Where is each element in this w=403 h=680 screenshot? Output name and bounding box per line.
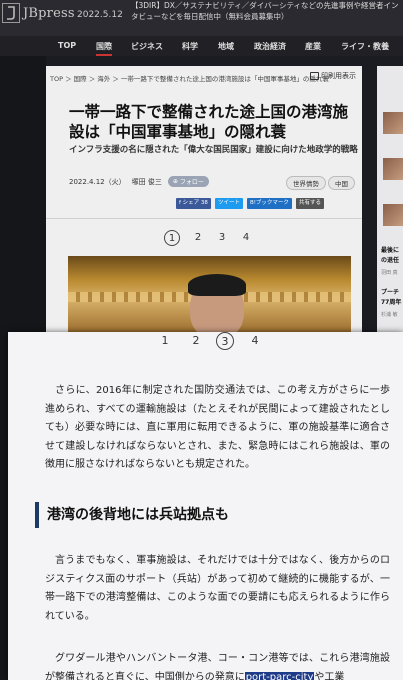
- print-button[interactable]: 印刷用表示: [310, 71, 356, 81]
- article-photo: [68, 256, 351, 334]
- article-title: 一帯一路下で整備された途上国の港湾施設は「中国軍事基地」の隠れ蓑: [69, 103, 349, 141]
- article-paragraph: さらに、2016年に制定された国防交通法では、この考え方がさらに一歩進められ、す…: [45, 385, 390, 470]
- port-parc-city-term: port-parc-city: [244, 671, 315, 680]
- nav-item-life-culture[interactable]: ライフ・教養: [341, 41, 389, 52]
- rail-headline[interactable]: 最後に: [381, 246, 403, 255]
- site-logo[interactable]: JBpress: [2, 3, 75, 23]
- rail-author: 杉浦 敏: [381, 312, 398, 318]
- page-link-3[interactable]: 3: [216, 332, 234, 350]
- facebook-share-button[interactable]: f シェア 38: [176, 198, 211, 209]
- rail-thumbnail[interactable]: [383, 204, 403, 226]
- article-date: 2022.4.12（火）: [69, 177, 126, 186]
- rail-headline[interactable]: の退任: [381, 256, 403, 265]
- page-link-4[interactable]: 4: [246, 332, 264, 350]
- rail-headline[interactable]: 77周年: [381, 298, 403, 307]
- page-link-4[interactable]: 4: [238, 230, 254, 246]
- article-paragraph: 言うまでもなく、軍事施設は、それだけでは十分ではなく、後方からのロジスティクス面…: [45, 555, 390, 622]
- section-heading: 港湾の後背地には兵站拠点も: [35, 502, 375, 528]
- nav-item-top[interactable]: TOP: [58, 41, 76, 50]
- breadcrumb[interactable]: TOP ＞ 国際 ＞ 海外 ＞ 一帯一路下で整備された途上国の港湾施設は「中国軍…: [50, 73, 329, 83]
- promo-banner-text[interactable]: 【3DIR】DX／サステナビリティ／ダイバーシティなどの先進事例や経営者インタビ…: [131, 1, 403, 22]
- jbpress-logo-icon: [2, 3, 20, 23]
- share-bar: f シェア 38 ツイート B!ブックマーク 共有する: [176, 198, 324, 209]
- divider: [46, 218, 362, 219]
- rail-headline[interactable]: プーチ: [381, 288, 403, 297]
- nav-item-industry[interactable]: 産業: [305, 41, 321, 52]
- nav-item-business[interactable]: ビジネス: [131, 41, 163, 52]
- article-meta: 2022.4.12（火） 塚田 俊三 ⊕ フォロー: [69, 176, 209, 187]
- header-date: 2022.5.12: [77, 10, 123, 20]
- page-link-2[interactable]: 2: [187, 332, 205, 350]
- main-nav: TOP 国際 ビジネス 科学 地域 政治経済 産業 ライフ・教養: [0, 36, 403, 56]
- article-card: TOP ＞ 国際 ＞ 海外 ＞ 一帯一路下で整備された途上国の港湾施設は「中国軍…: [46, 66, 362, 334]
- person-plus-icon: ⊕: [172, 178, 178, 185]
- nav-item-politics-economy[interactable]: 政治経済: [254, 41, 286, 52]
- article-paragraph: グワダール港やハンバントータ港、コー・コン港等では、これら港湾施設が整備されると…: [45, 650, 390, 680]
- hatena-bookmark-button[interactable]: B!ブックマーク: [246, 198, 292, 209]
- right-rail: 最後に の退任 羽田 真 プーチ 77周年 杉浦 敏: [377, 66, 403, 366]
- rail-thumbnail[interactable]: [383, 158, 403, 180]
- article-subtitle: インフラ支援の名に隠された「偉大な国民国家」建設に向けた地政学的戦略: [69, 145, 358, 155]
- page-link-1[interactable]: 1: [156, 332, 174, 350]
- follow-label: フォロー: [179, 179, 204, 186]
- logo-text: JBpress: [23, 5, 75, 21]
- tag-world-affairs[interactable]: 世界情勢: [286, 176, 326, 190]
- nav-item-science[interactable]: 科学: [182, 41, 198, 52]
- author-name[interactable]: 塚田 俊三: [132, 177, 162, 187]
- follow-button[interactable]: ⊕ フォロー: [167, 176, 209, 187]
- share-button[interactable]: 共有する: [295, 198, 324, 209]
- rail-thumbnail[interactable]: [383, 112, 403, 134]
- page-link-2[interactable]: 2: [190, 230, 206, 246]
- magnified-article-view: 1 2 3 4 さらに、2016年に制定された国防交通法では、この考え方がさらに…: [8, 332, 403, 680]
- nav-item-region[interactable]: 地域: [218, 41, 234, 52]
- page-link-3[interactable]: 3: [214, 230, 230, 246]
- tag-china[interactable]: 中国: [328, 176, 355, 190]
- nav-item-international[interactable]: 国際: [96, 41, 112, 56]
- tweet-button[interactable]: ツイート: [214, 198, 243, 209]
- page-link-1[interactable]: 1: [164, 230, 180, 246]
- rail-author: 羽田 真: [381, 270, 398, 276]
- printer-icon: [310, 72, 319, 80]
- print-label: 印刷用表示: [321, 72, 356, 80]
- site-header: JBpress 2022.5.12 【3DIR】DX／サステナビリティ／ダイバー…: [0, 0, 403, 36]
- page-nav-magnified: 1 2 3 4: [8, 332, 403, 350]
